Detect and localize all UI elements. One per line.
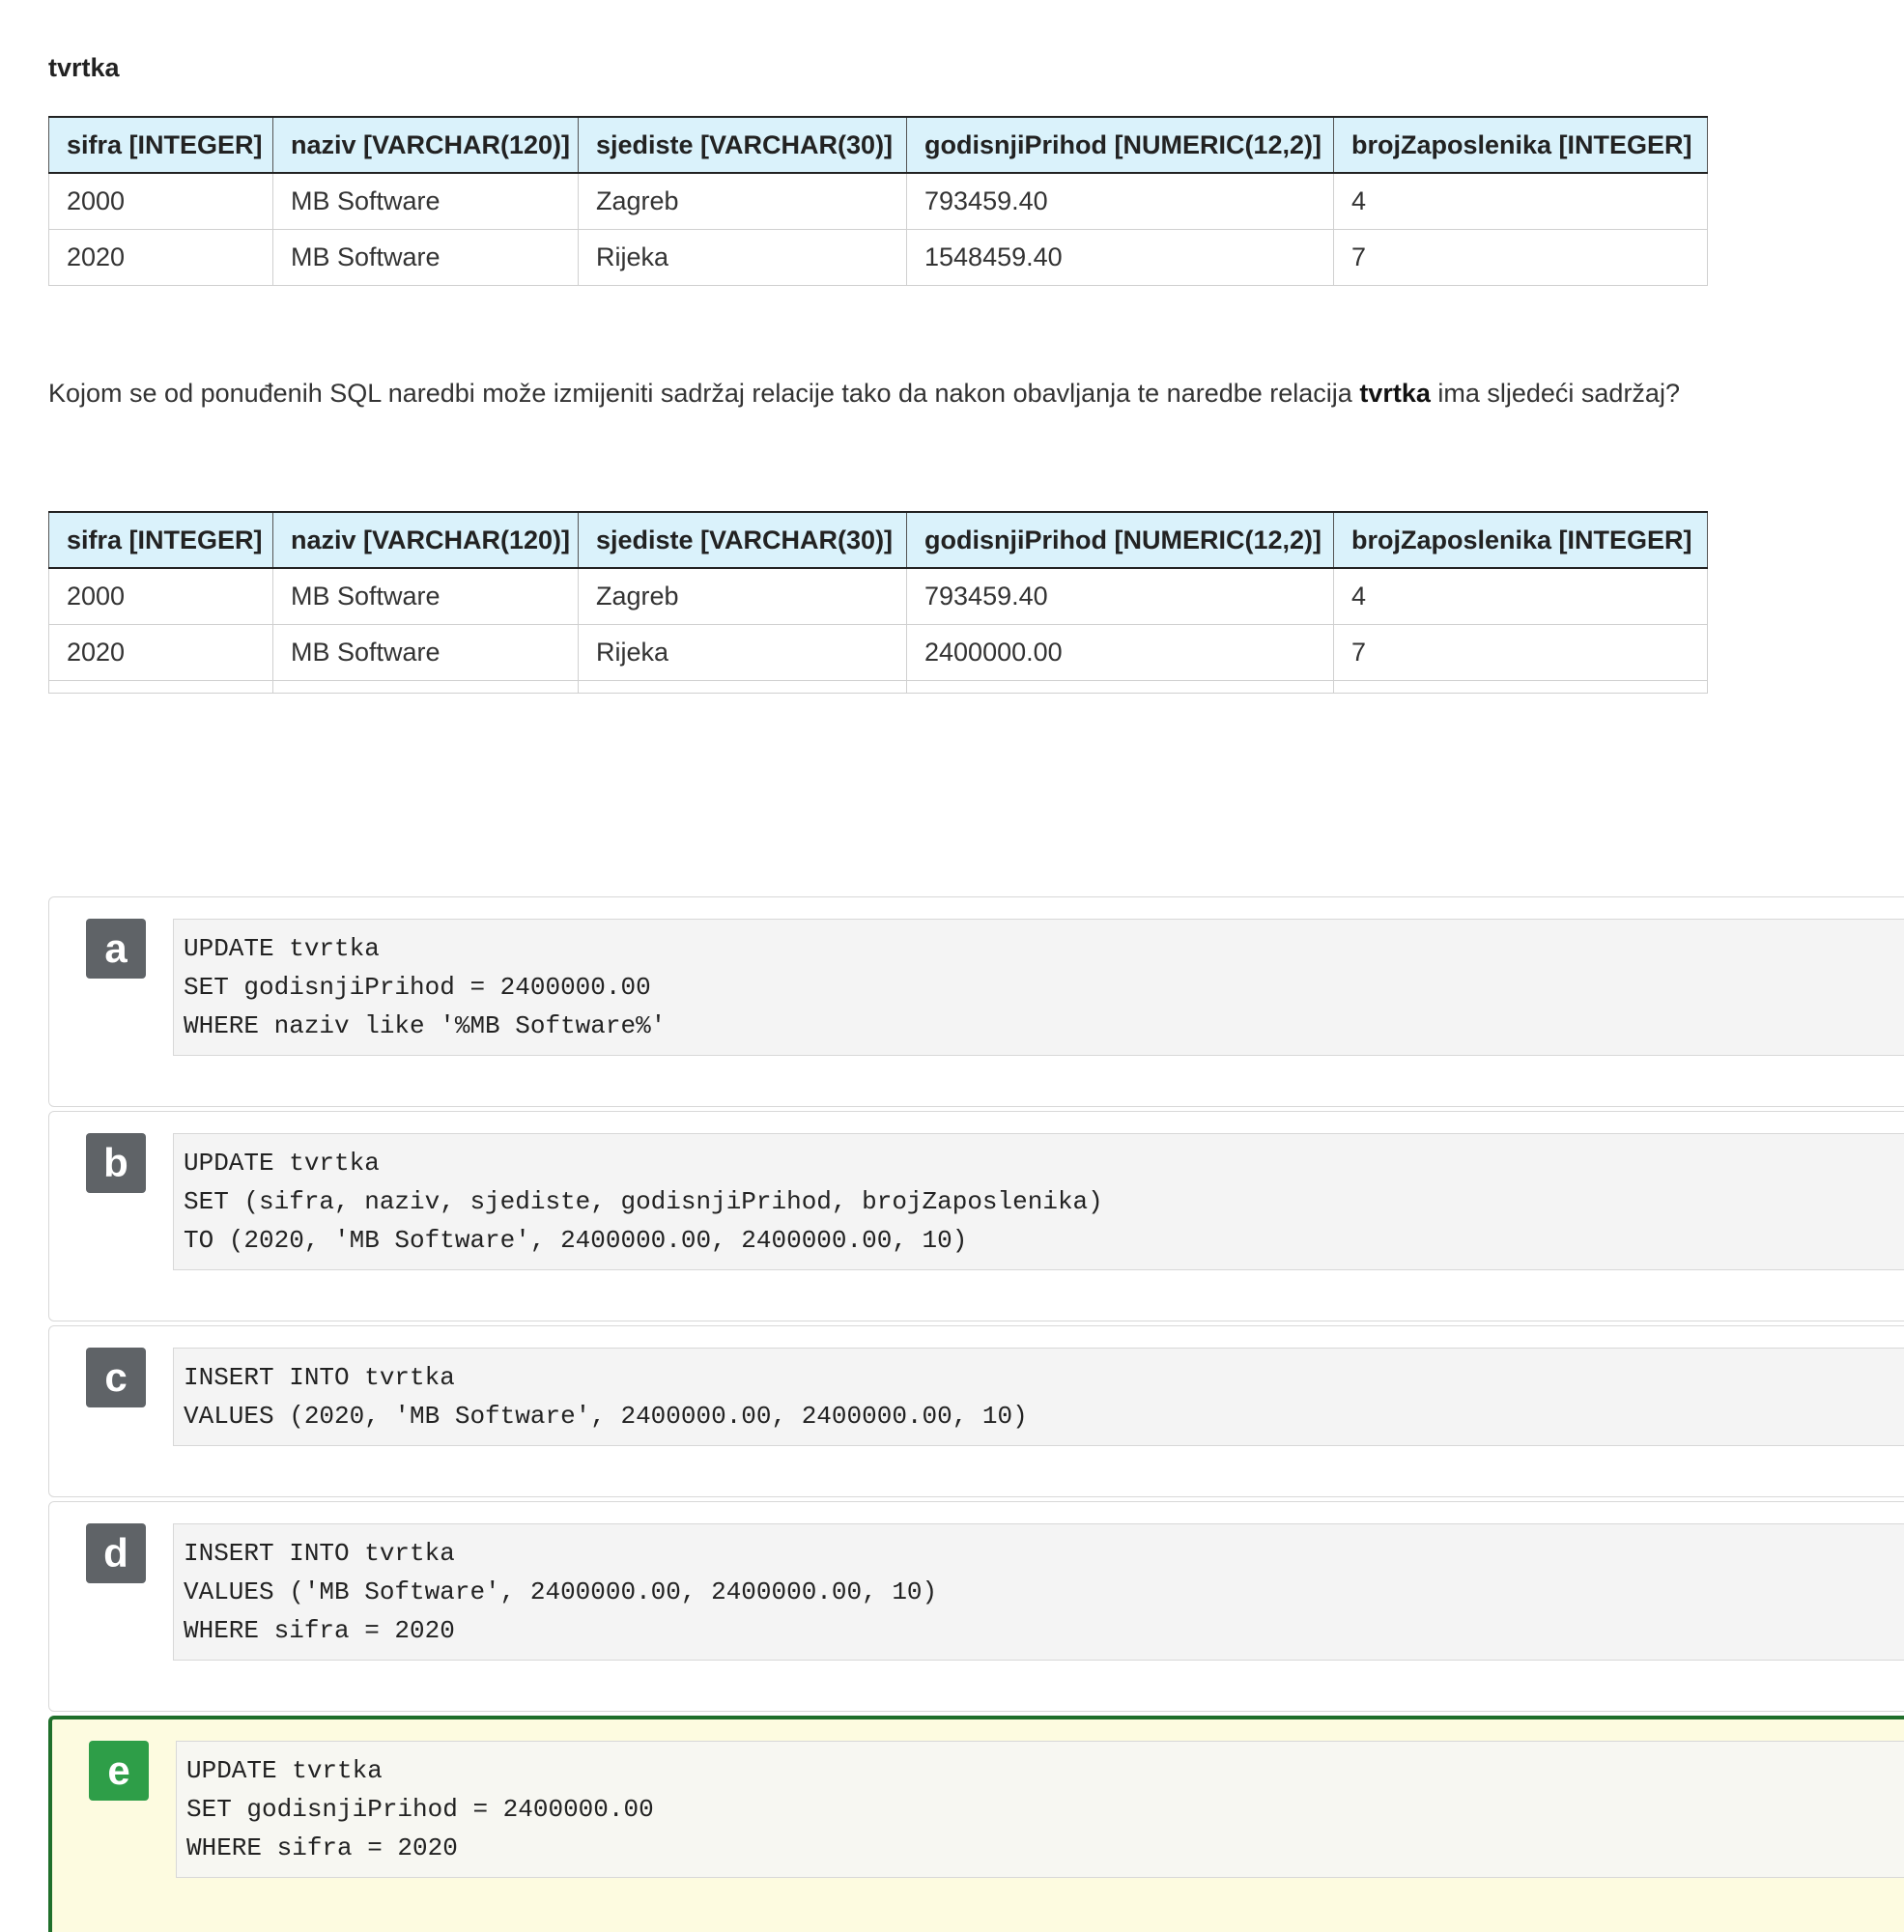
table-cell: MB Software: [272, 229, 579, 286]
option-code: INSERT INTO tvrtka VALUES (2020, 'MB Soft…: [173, 1348, 1904, 1446]
table-cell: 793459.40: [906, 567, 1334, 625]
code-line: VALUES (2020, 'MB Software', 2400000.00,…: [184, 1402, 1028, 1431]
answer-option-b[interactable]: b UPDATE tvrtka SET (sifra, naziv, sjedis…: [48, 1111, 1904, 1321]
code-line: SET godisnjiPrihod = 2400000.00: [186, 1795, 654, 1824]
option-letter-badge: b: [86, 1133, 146, 1193]
code-line: INSERT INTO tvrtka: [184, 1363, 455, 1392]
table-row: 2000 MB Software Zagreb 793459.40 4: [48, 172, 1708, 230]
table-cell: 4: [1333, 567, 1708, 625]
table-cell: 4: [1333, 172, 1708, 230]
table-cell: [48, 680, 273, 694]
question-text-after: ima sljedeći sadržaj?: [1430, 379, 1680, 408]
code-line: SET godisnjiPrihod = 2400000.00: [184, 973, 651, 1002]
answer-option-d[interactable]: d INSERT INTO tvrtka VALUES ('MB Software…: [48, 1501, 1904, 1712]
code-line: VALUES ('MB Software', 2400000.00, 24000…: [184, 1577, 938, 1606]
code-line: UPDATE tvrtka: [186, 1756, 383, 1785]
code-line: WHERE sifra = 2020: [184, 1616, 455, 1645]
code-line: UPDATE tvrtka: [184, 934, 380, 963]
column-header-naziv: naziv [VARCHAR(120)]: [272, 511, 579, 569]
column-header-godisnjiprihod: godisnjiPrihod [NUMERIC(12,2)]: [906, 511, 1334, 569]
column-header-naziv: naziv [VARCHAR(120)]: [272, 116, 579, 174]
answer-option-a[interactable]: a UPDATE tvrtka SET godisnjiPrihod = 2400…: [48, 896, 1904, 1107]
table-cell: Zagreb: [578, 567, 907, 625]
option-code: UPDATE tvrtka SET godisnjiPrihod = 240000…: [176, 1741, 1904, 1878]
column-header-sjediste: sjediste [VARCHAR(30)]: [578, 511, 907, 569]
option-letter-badge: d: [86, 1523, 146, 1583]
option-letter-badge: e: [89, 1741, 149, 1801]
table-cell: 7: [1333, 229, 1708, 286]
table-cell: [906, 680, 1334, 694]
code-line: TO (2020, 'MB Software', 2400000.00, 240…: [184, 1226, 968, 1255]
table-row: 2020 MB Software Rijeka 2400000.00 7: [48, 624, 1708, 681]
table-header-row: sifra [INTEGER] naziv [VARCHAR(120)] sje…: [48, 116, 1708, 174]
column-header-sifra: sifra [INTEGER]: [48, 511, 273, 569]
table-row: 2000 MB Software Zagreb 793459.40 4: [48, 567, 1708, 625]
code-line: WHERE sifra = 2020: [186, 1833, 458, 1862]
option-code: INSERT INTO tvrtka VALUES ('MB Software',…: [173, 1523, 1904, 1661]
option-letter-badge: c: [86, 1348, 146, 1407]
option-code: UPDATE tvrtka SET (sifra, naziv, sjediste…: [173, 1133, 1904, 1270]
table-cell: 2020: [48, 624, 273, 681]
answer-option-c[interactable]: c INSERT INTO tvrtka VALUES (2020, 'MB So…: [48, 1325, 1904, 1497]
question-text-before: Kojom se od ponuđenih SQL naredbi može i…: [48, 379, 1360, 408]
table-row: 2020 MB Software Rijeka 1548459.40 7: [48, 229, 1708, 286]
table-cell: 1548459.40: [906, 229, 1334, 286]
column-header-sifra: sifra [INTEGER]: [48, 116, 273, 174]
table-row-empty: [48, 680, 1708, 694]
table-cell: Rijeka: [578, 624, 907, 681]
table-header-row: sifra [INTEGER] naziv [VARCHAR(120)] sje…: [48, 511, 1708, 569]
option-code: UPDATE tvrtka SET godisnjiPrihod = 240000…: [173, 919, 1904, 1056]
table-cell: Rijeka: [578, 229, 907, 286]
table-cell: [272, 680, 579, 694]
option-letter-badge: a: [86, 919, 146, 979]
question-text-relation: tvrtka: [1359, 379, 1431, 408]
table-cell: MB Software: [272, 172, 579, 230]
column-header-brojzaposlenika: brojZaposlenika [INTEGER]: [1333, 116, 1708, 174]
table-after: sifra [INTEGER] naziv [VARCHAR(120)] sje…: [48, 511, 1708, 694]
table-cell: [1333, 680, 1708, 694]
table-cell: Zagreb: [578, 172, 907, 230]
table-cell: [578, 680, 907, 694]
question-text: Kojom se od ponuđenih SQL naredbi može i…: [48, 374, 1680, 412]
column-header-sjediste: sjediste [VARCHAR(30)]: [578, 116, 907, 174]
table-before: sifra [INTEGER] naziv [VARCHAR(120)] sje…: [48, 116, 1708, 286]
code-line: UPDATE tvrtka: [184, 1149, 380, 1178]
relation-title: tvrtka: [48, 53, 120, 82]
table-cell: 2020: [48, 229, 273, 286]
column-header-godisnjiprihod: godisnjiPrihod [NUMERIC(12,2)]: [906, 116, 1334, 174]
table-cell: MB Software: [272, 567, 579, 625]
table-cell: 2400000.00: [906, 624, 1334, 681]
table-cell: MB Software: [272, 624, 579, 681]
code-line: SET (sifra, naziv, sjediste, godisnjiPri…: [184, 1187, 1103, 1216]
answer-option-e[interactable]: e UPDATE tvrtka SET godisnjiPrihod = 2400…: [48, 1716, 1904, 1932]
code-line: WHERE naziv like '%MB Software%': [184, 1011, 667, 1040]
table-cell: 2000: [48, 567, 273, 625]
table-cell: 7: [1333, 624, 1708, 681]
table-cell: 793459.40: [906, 172, 1334, 230]
column-header-brojzaposlenika: brojZaposlenika [INTEGER]: [1333, 511, 1708, 569]
code-line: INSERT INTO tvrtka: [184, 1539, 455, 1568]
table-cell: 2000: [48, 172, 273, 230]
